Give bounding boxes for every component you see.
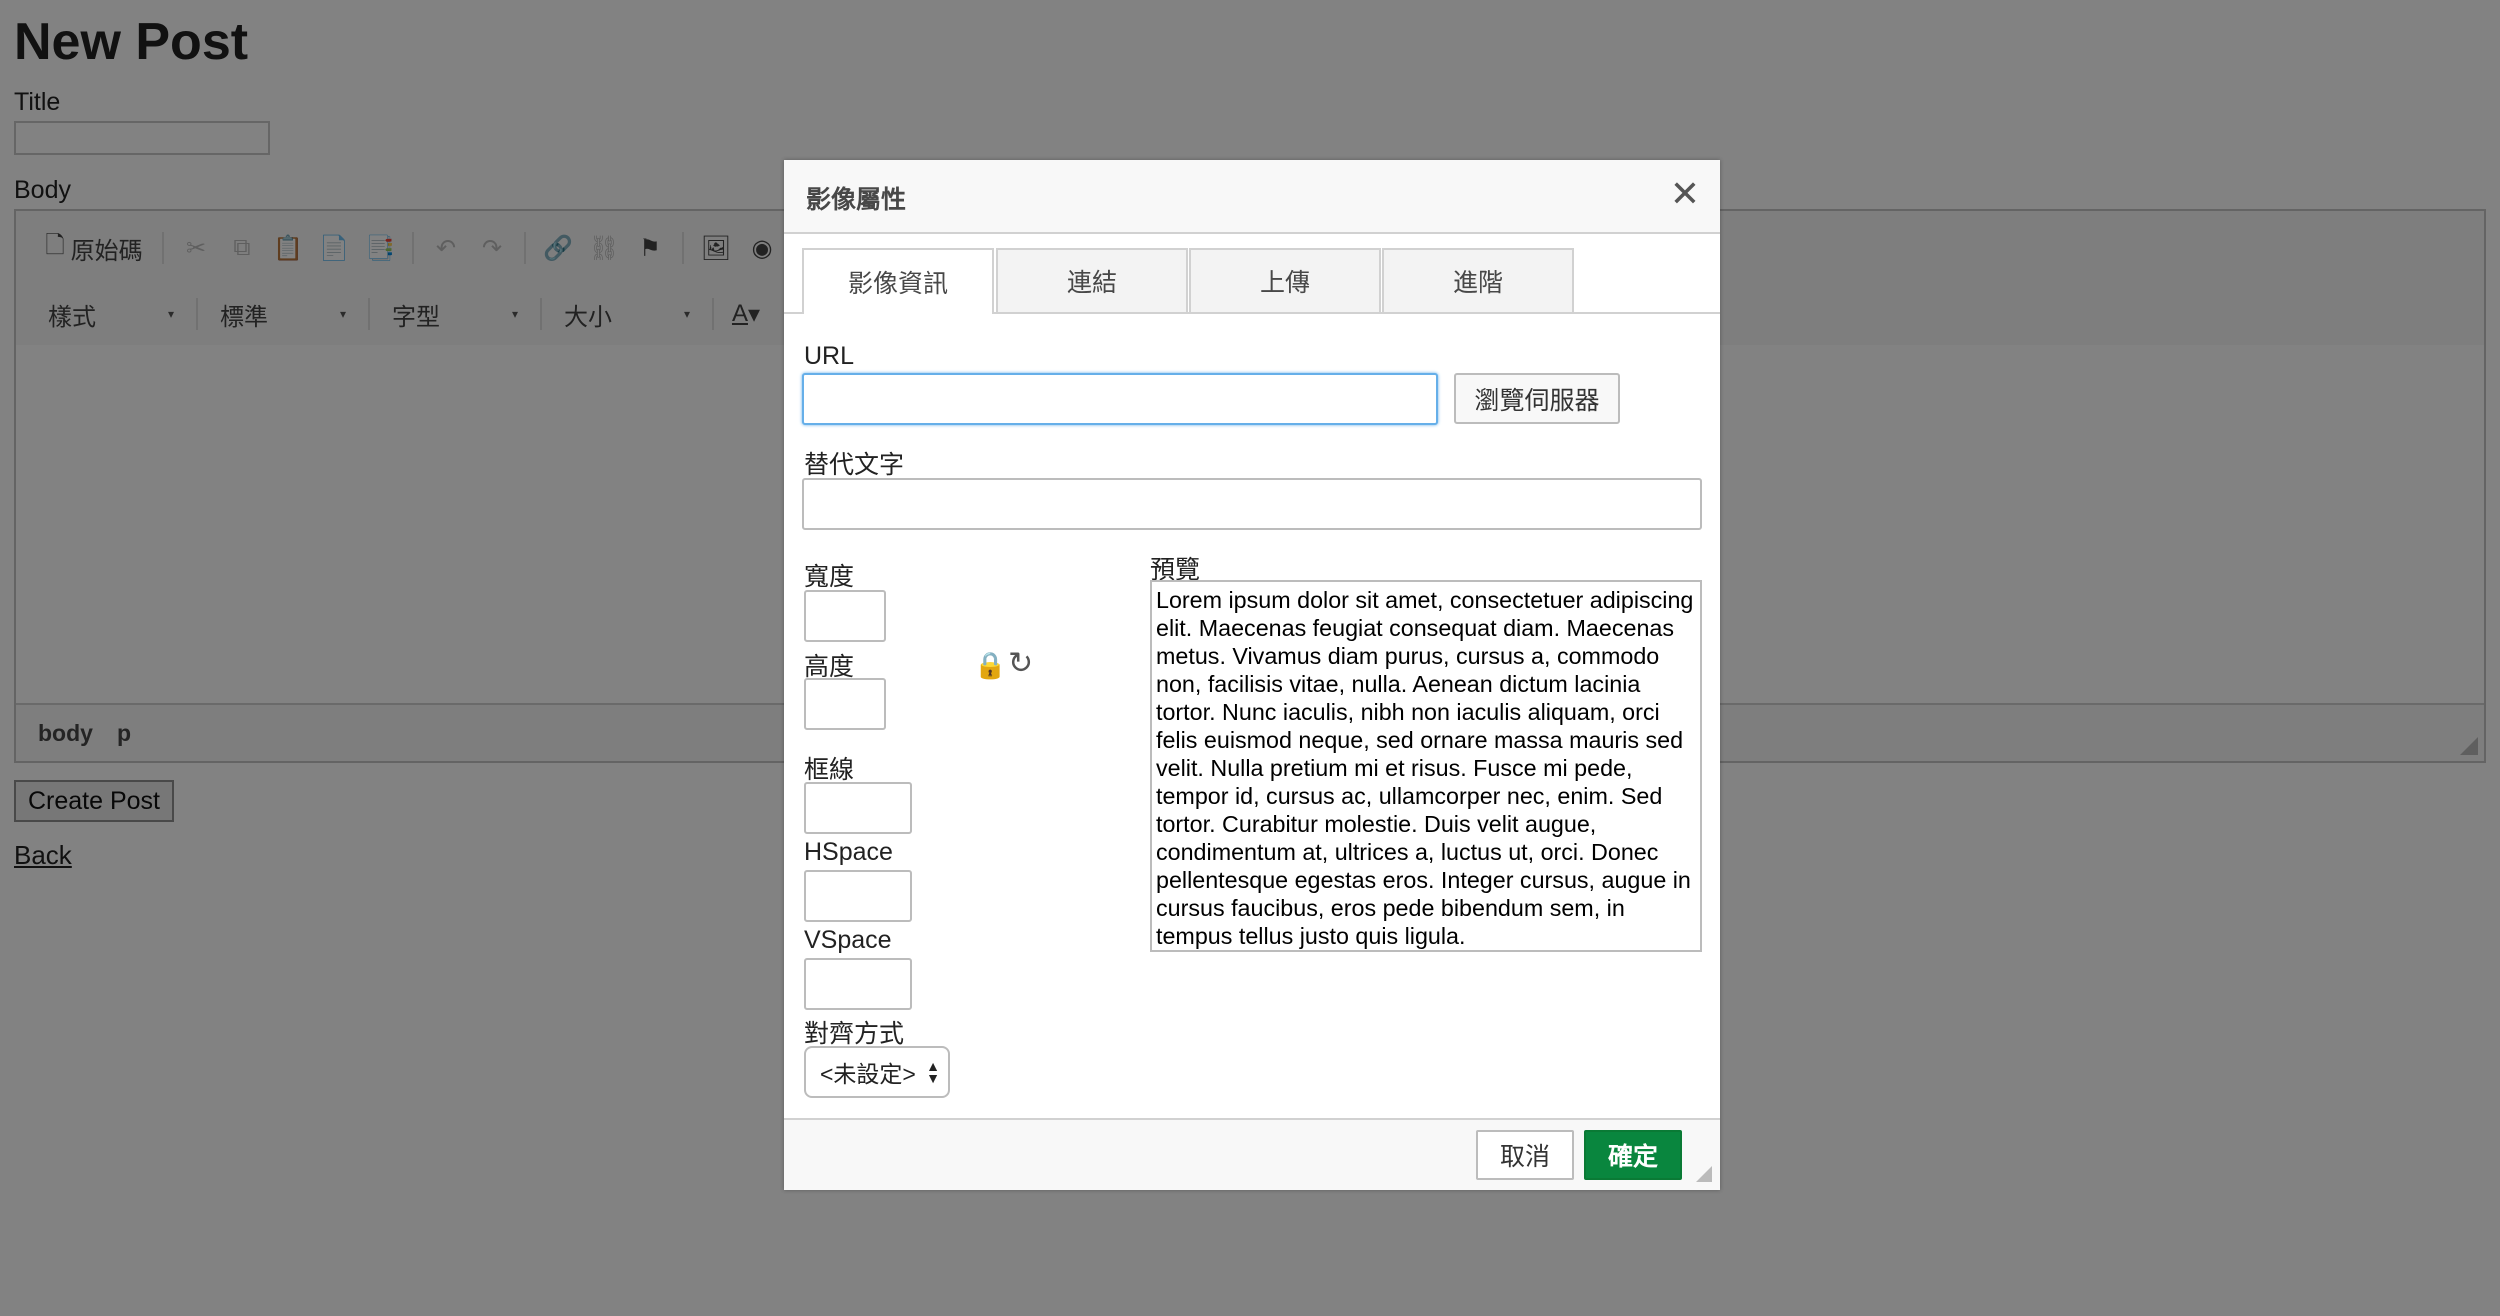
alt-text-input[interactable] [802, 478, 1702, 530]
align-label: 對齊方式 [804, 1020, 905, 1048]
url-label: URL [804, 342, 855, 370]
tab-advanced[interactable]: 進階 [1382, 248, 1574, 312]
image-properties-dialog: 影像屬性 ✕ 影像資訊 連結 上傳 進階 URL 瀏覽伺服器 替代文字 寬度 高… [784, 160, 1720, 1190]
preview-box: Lorem ipsum dolor sit amet, consectetuer… [1150, 580, 1702, 952]
dialog-header: 影像屬性 ✕ [784, 160, 1720, 234]
vspace-input[interactable] [804, 958, 912, 1010]
width-input[interactable] [804, 590, 886, 642]
url-input[interactable] [802, 373, 1438, 425]
align-select-value: <未設定> [820, 1061, 916, 1087]
ok-button[interactable]: 確定 [1584, 1130, 1682, 1180]
lock-ratio-icon[interactable]: 🔒 [974, 650, 1006, 681]
alt-text-label: 替代文字 [804, 451, 905, 479]
tab-image-info[interactable]: 影像資訊 [802, 248, 994, 314]
browse-server-button[interactable]: 瀏覽伺服器 [1454, 373, 1620, 424]
close-icon[interactable]: ✕ [1670, 176, 1700, 212]
align-select[interactable]: <未設定> ▲ ▼ [804, 1046, 950, 1098]
border-label: 框線 [804, 756, 855, 784]
border-input[interactable] [804, 782, 912, 834]
tab-link[interactable]: 連結 [996, 248, 1188, 312]
vspace-label: VSpace [804, 926, 892, 954]
cancel-button[interactable]: 取消 [1476, 1130, 1574, 1180]
dialog-footer: 取消 確定 [784, 1118, 1720, 1190]
hspace-input[interactable] [804, 870, 912, 922]
tab-upload[interactable]: 上傳 [1189, 248, 1381, 312]
dialog-title: 影像屬性 [806, 186, 907, 214]
reset-size-icon[interactable]: ↻ [1008, 646, 1033, 681]
select-arrows-icon: ▲ ▼ [926, 1058, 940, 1086]
width-label: 寬度 [804, 563, 855, 591]
height-input[interactable] [804, 678, 886, 730]
hspace-label: HSpace [804, 838, 893, 866]
dialog-resize-handle[interactable] [1696, 1166, 1712, 1182]
